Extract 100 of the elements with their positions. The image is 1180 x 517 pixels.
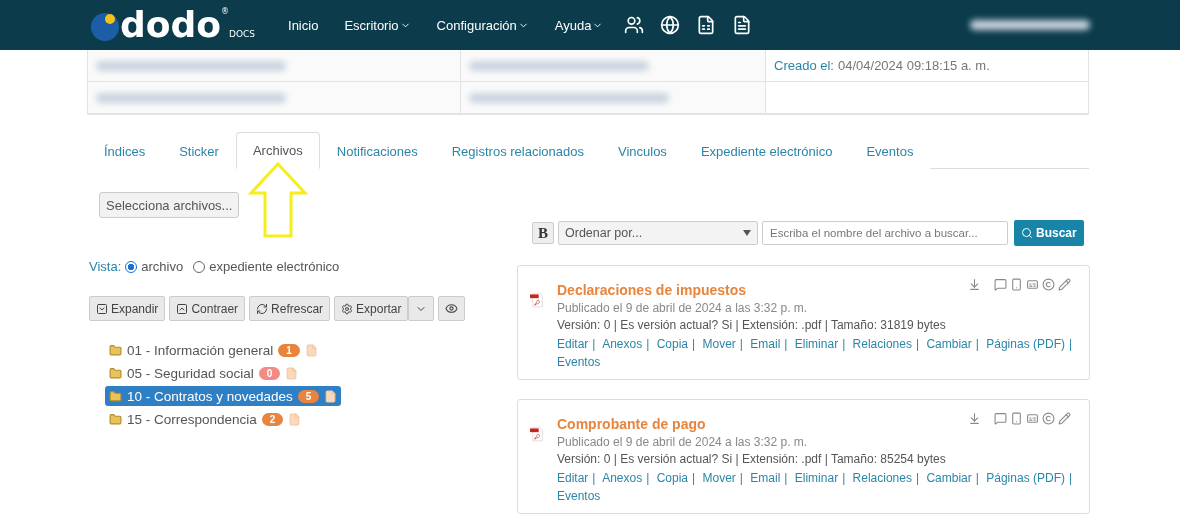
separator: | [784,337,788,351]
action-link[interactable]: Eliminar [794,471,839,485]
eye-icon [445,302,459,315]
collapse-icon [176,302,189,315]
file-icon [288,412,302,426]
action-link[interactable]: Eventos [557,355,601,369]
search-button[interactable]: Buscar [1014,220,1084,246]
radio-button[interactable] [193,260,206,273]
nav-link[interactable]: Inicio [288,17,319,33]
file-icon [304,343,318,357]
separator: | [646,337,650,351]
spreadsheet-file-icon[interactable] [696,15,717,35]
file-icon [285,366,299,380]
file-details: Versión: 0 | Es versión actual? Si | Extensión: .pdf | Tamaño: 85254 bytes [557,452,947,466]
toolbar-button[interactable]: Expandir [89,296,166,321]
select-files-button[interactable]: Selecciona archivos... [99,192,240,218]
folder-name: 15 - Correspondencia [127,411,257,427]
search-icon [1021,227,1033,239]
action-link[interactable]: Copia [656,337,688,351]
sort-select[interactable]: Ordenar por... [558,221,758,245]
action-link[interactable]: Email [750,337,781,351]
published-date: Publicado el 9 de abril de 2024 a las 3:32 p. m. [557,301,809,315]
nav-link[interactable]: Escritorio [344,17,411,33]
action-link[interactable]: Páginas (PDF) [986,337,1065,351]
action-link[interactable]: Cambiar [926,471,972,485]
comment-icon[interactable] [994,412,1007,425]
radio-label: archivo [141,259,184,274]
download-icon[interactable] [968,412,981,425]
comment-icon[interactable] [994,278,1007,291]
phone-icon[interactable] [1010,412,1023,425]
action-link[interactable]: Anexos [602,337,643,351]
action-link[interactable]: Mover [702,337,736,351]
count-badge: 1 [278,343,300,357]
folder-icon [109,366,122,380]
action-link[interactable]: Editar [557,471,589,485]
separator: | [692,471,696,485]
file-title[interactable]: Declaraciones de impuestos [557,282,1077,298]
bold-button[interactable]: B [532,222,554,244]
action-link[interactable]: Copia [656,471,688,485]
edit-icon[interactable] [1058,278,1071,291]
file-title[interactable]: Comprobante de pago [557,416,1077,432]
action-link[interactable]: Anexos [602,471,643,485]
tree-item[interactable]: 15 - Correspondencia 2 [105,409,306,429]
file-details: Versión: 0 | Es versión actual? Si | Extensión: .pdf | Tamaño: 31819 bytes [557,318,947,332]
captions-icon[interactable] [1026,412,1039,425]
tree-item[interactable]: 10 - Contratos y novedades 5 [105,386,342,406]
action-link[interactable]: Eliminar [794,337,839,351]
document-icon[interactable] [732,15,753,35]
separator: | [842,471,846,485]
edit-icon[interactable] [1058,412,1071,425]
separator: | [975,337,979,351]
separator: | [646,471,650,485]
logo-subtitle: DOCS [229,29,256,39]
phone-icon[interactable] [1010,278,1023,291]
folder-icon [109,412,122,426]
separator: | [915,471,920,485]
toolbar-button[interactable]: Contraer [169,296,246,321]
separator: | [784,471,788,485]
action-link[interactable]: Páginas (PDF) [986,471,1065,485]
nav-link[interactable]: Ayuda [554,17,604,33]
created-label: Creado el: [774,58,834,73]
separator: | [592,337,596,351]
separator: | [1068,471,1073,485]
action-link[interactable]: Editar [557,337,589,351]
users-icon[interactable] [624,15,645,35]
count-badge: 2 [261,412,284,426]
search-field[interactable]: Escriba el nombre del archivo a buscar... [762,221,1008,245]
radio-label: expediente electrónico [209,259,340,274]
folder-icon [109,343,122,357]
separator: | [1068,337,1073,351]
action-link[interactable]: Mover [702,471,736,485]
tree-item[interactable]: 01 - Información general 1 [105,340,322,360]
globe-icon[interactable] [660,15,681,35]
download-icon[interactable] [968,278,981,291]
tab[interactable]: Archivos [235,132,320,169]
separator: | [692,337,696,351]
file-icon [324,389,338,403]
action-link[interactable]: Relaciones [852,471,912,485]
separator: | [842,337,846,351]
expand-icon [96,302,108,315]
radio-button[interactable] [125,260,138,273]
logo-text: dodo [120,7,221,43]
copyright-icon[interactable] [1042,278,1055,291]
action-link[interactable]: Eventos [557,489,601,503]
separator: | [915,337,920,351]
folder-icon [109,389,122,403]
toolbar-button[interactable]: Exportar [334,296,409,321]
captions-icon[interactable] [1026,278,1039,291]
action-link[interactable]: Cambiar [926,337,972,351]
folder-name: 10 - Contratos y novedades [127,388,293,404]
count-badge: 0 [258,366,281,380]
registered-mark: ® [221,7,229,16]
view-button[interactable] [438,296,466,321]
tree-item[interactable]: 05 - Seguridad social 0 [105,363,303,383]
action-link[interactable]: Email [750,471,781,485]
action-link[interactable]: Relaciones [852,337,912,351]
nav-link[interactable]: Configuración [436,17,529,33]
created-date: 04/04/2024 09:18:15 a. m. [838,58,990,73]
toolbar-button[interactable]: Refrescar [249,296,331,321]
copyright-icon[interactable] [1042,412,1055,425]
